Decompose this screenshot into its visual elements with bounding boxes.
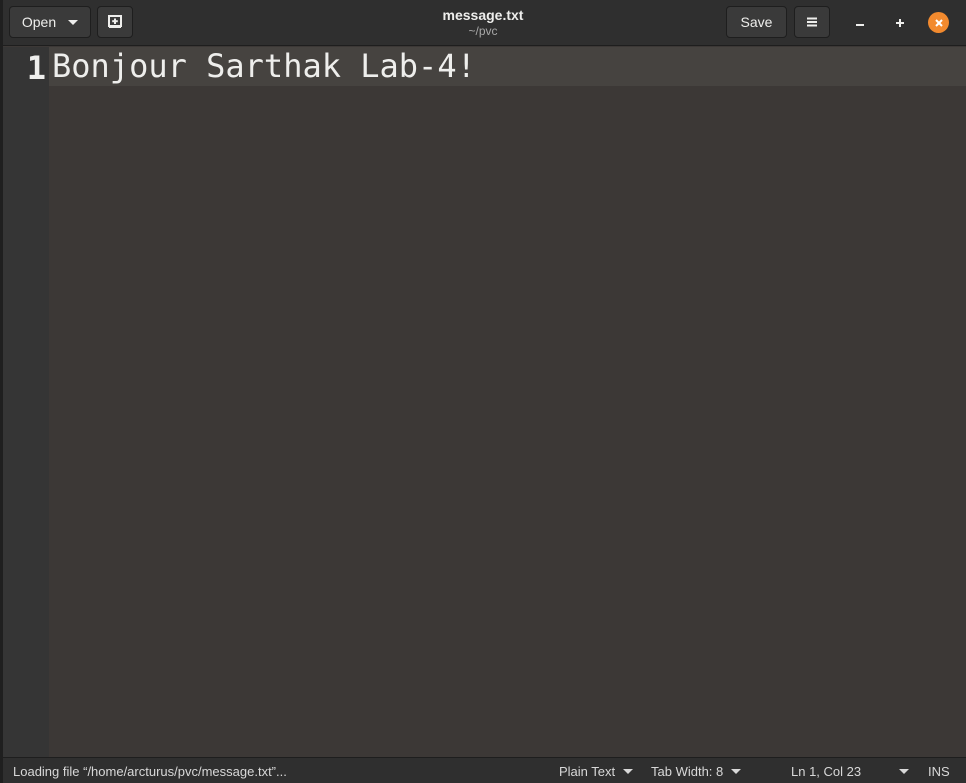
current-line-highlight: Bonjour Sarthak Lab-4! bbox=[49, 47, 966, 86]
cursor-position-label: Ln 1, Col 23 bbox=[791, 764, 862, 779]
status-bar: Loading file “/home/arcturus/pvc/message… bbox=[3, 757, 966, 783]
title-block: message.txt ~/pvc bbox=[383, 6, 583, 38]
close-button[interactable] bbox=[928, 12, 949, 33]
language-selector[interactable]: Plain Text bbox=[559, 764, 634, 779]
menu-button[interactable] bbox=[794, 6, 830, 38]
minimize-button[interactable] bbox=[848, 11, 872, 35]
hamburger-menu-icon bbox=[807, 17, 817, 27]
maximize-button[interactable] bbox=[888, 11, 912, 35]
chevron-down-icon bbox=[899, 769, 909, 774]
open-button[interactable]: Open bbox=[9, 6, 91, 38]
save-button[interactable]: Save bbox=[726, 6, 787, 38]
chevron-down-icon bbox=[623, 769, 634, 774]
line-number-gutter: 1 bbox=[3, 47, 49, 757]
status-message: Loading file “/home/arcturus/pvc/message… bbox=[13, 764, 287, 779]
close-icon bbox=[934, 18, 943, 27]
chevron-down-icon bbox=[731, 769, 742, 774]
new-document-icon bbox=[108, 15, 122, 28]
tab-width-label: Tab Width: 8 bbox=[651, 764, 724, 779]
new-document-button[interactable] bbox=[97, 6, 133, 38]
insert-mode-indicator[interactable]: INS bbox=[928, 764, 950, 779]
open-button-label: Open bbox=[21, 14, 57, 30]
cursor-position[interactable]: Ln 1, Col 23 bbox=[791, 764, 861, 779]
text-line[interactable]: Bonjour Sarthak Lab-4! bbox=[52, 47, 476, 86]
text-editor-window: Open message.txt ~/pvc Save 1 Bonjour Sa… bbox=[3, 0, 966, 783]
header-bar: Open message.txt ~/pvc Save bbox=[3, 0, 966, 46]
window-title: message.txt bbox=[442, 7, 524, 23]
language-label: Plain Text bbox=[559, 764, 616, 779]
maximize-icon bbox=[896, 19, 904, 27]
tab-width-selector[interactable]: Tab Width: 8 bbox=[651, 764, 742, 779]
window-subtitle: ~/pvc bbox=[468, 24, 498, 38]
cursor-position-dropdown[interactable] bbox=[891, 769, 909, 774]
line-number: 1 bbox=[26, 49, 46, 87]
minimize-icon bbox=[856, 24, 864, 26]
text-editor-area[interactable]: Bonjour Sarthak Lab-4! bbox=[49, 47, 966, 757]
chevron-down-icon bbox=[68, 19, 79, 25]
